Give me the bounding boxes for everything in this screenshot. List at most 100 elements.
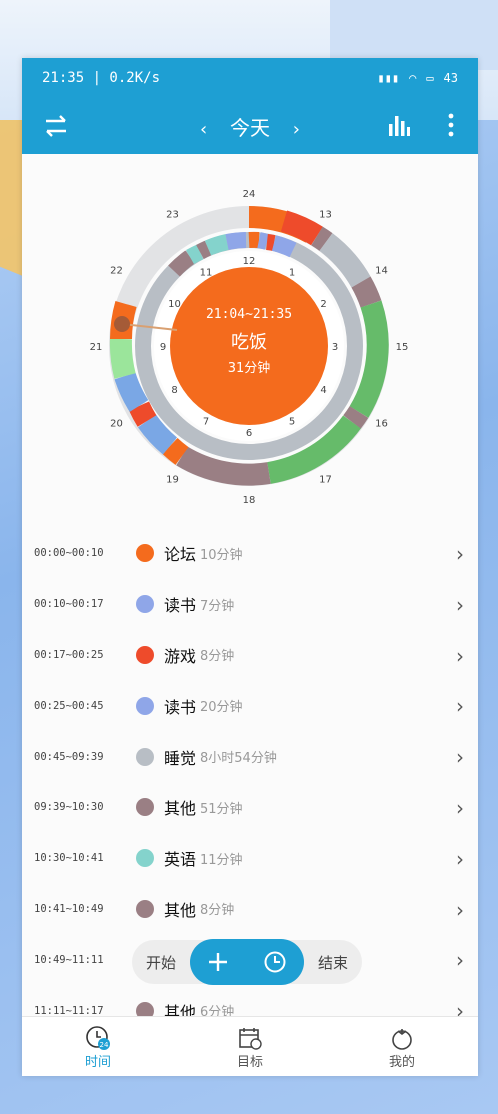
entry-duration: 20分钟 — [200, 700, 243, 716]
outer-seg-other2 — [351, 276, 382, 308]
inner-seg-english — [186, 244, 204, 265]
date-title: 今天 — [230, 116, 270, 140]
hour-label: 23 — [166, 210, 179, 221]
list-item[interactable]: 09:39~10:30 其他 51分钟 › — [22, 782, 478, 833]
center-activity-name: 吃饭 — [231, 332, 267, 353]
entry-time: 00:45~09:39 — [34, 750, 104, 763]
inner-seg-other2 — [196, 240, 212, 260]
calendar-goal-icon — [239, 1027, 262, 1050]
entry-duration: 11分钟 — [200, 852, 243, 868]
chevron-right-icon[interactable]: › — [456, 694, 464, 718]
chevron-right-icon[interactable]: › — [456, 745, 464, 769]
bar-chart-icon[interactable] — [386, 112, 412, 138]
status-bar: 21:35 | 0.2K/s ▮▮▮ ◠ ▭ 43 — [22, 58, 478, 98]
hour-label: 13 — [319, 210, 332, 221]
entry-time: 10:41~10:49 — [34, 902, 104, 915]
list-item[interactable]: 00:25~00:45 读书 20分钟 › — [22, 680, 478, 731]
list-item[interactable]: 00:45~09:39 睡觉 8小时54分钟 › — [22, 731, 478, 782]
entry-activity: 其他 — [164, 900, 197, 920]
hour-label: 6 — [246, 428, 252, 439]
entry-time: 11:11~11:17 — [34, 1004, 104, 1017]
inner-seg-other — [168, 250, 195, 277]
hour-label: 21 — [90, 342, 103, 353]
more-options-icon[interactable] — [446, 112, 456, 138]
next-day-button[interactable]: › — [276, 119, 316, 140]
current-time-knob[interactable] — [114, 316, 130, 332]
chevron-right-icon[interactable]: › — [456, 542, 464, 566]
activity-color-dot — [136, 899, 154, 918]
outer-seg-red — [280, 210, 323, 246]
activity-color-dot — [136, 798, 154, 817]
list-item[interactable]: 00:10~00:17 读书 7分钟 › — [22, 579, 478, 630]
entry-activity: 游戏 — [164, 646, 197, 666]
prev-day-button[interactable]: ‹ — [184, 119, 224, 140]
hour-label: 10 — [168, 299, 181, 310]
tomato-icon — [392, 1028, 412, 1050]
hour-label: 22 — [110, 266, 123, 277]
activity-color-dot — [136, 645, 154, 664]
hour-label: 15 — [396, 342, 409, 353]
tab-time[interactable]: 24 时间 — [22, 1017, 174, 1076]
hour-label: 11 — [200, 268, 213, 279]
day-clock-chart: 21:04~21:35 吃饭 31分钟 121234567891011 2413… — [90, 189, 409, 506]
chevron-right-icon[interactable]: › — [456, 796, 464, 820]
inner-seg-english2 — [204, 234, 229, 256]
hour-label: 4 — [320, 385, 326, 396]
center-duration: 31分钟 — [228, 360, 271, 376]
hour-label: 2 — [320, 299, 326, 310]
plus-icon[interactable] — [207, 951, 229, 973]
hour-label: 18 — [243, 495, 256, 506]
chevron-right-icon[interactable]: › — [456, 898, 464, 922]
entry-time: 10:49~11:11 — [34, 953, 104, 966]
list-item[interactable]: 00:17~00:25 游戏 8分钟 › — [22, 630, 478, 681]
entry-time: 00:17~00:25 — [34, 648, 104, 661]
outer-seg-red2 — [128, 401, 157, 427]
inner-seg-reading2 — [271, 235, 297, 258]
inner-seg-reading — [257, 232, 270, 250]
outer-seg-lightgreen — [109, 338, 136, 379]
center-time-range: 21:04~21:35 — [206, 307, 292, 322]
hour-label: 17 — [319, 475, 332, 486]
entry-activity: 英语 — [164, 850, 197, 870]
tab-goal[interactable]: 目标 — [174, 1017, 326, 1076]
record-fab[interactable] — [189, 939, 305, 985]
entry-duration: 8分钟 — [200, 649, 235, 665]
outer-seg-orange2 — [162, 437, 189, 465]
activity-color-dot — [136, 595, 154, 614]
chevron-right-icon[interactable]: › — [456, 593, 464, 617]
chevron-right-icon[interactable]: › — [456, 948, 464, 972]
chevron-right-icon[interactable]: › — [456, 847, 464, 871]
hour-label: 20 — [110, 419, 123, 430]
entry-activity: 读书 — [164, 596, 197, 616]
start-button[interactable]: 开始 — [132, 952, 190, 973]
wifi-icon: ◠ — [409, 71, 417, 85]
hour-label: 16 — [375, 419, 388, 430]
outer-seg-other — [311, 226, 333, 251]
outer-seg-blue2 — [114, 372, 149, 412]
hour-label: 9 — [160, 342, 166, 353]
clock-icon[interactable] — [263, 950, 287, 974]
entry-duration: 51分钟 — [200, 801, 243, 817]
entry-duration: 10分钟 — [200, 547, 243, 563]
end-button[interactable]: 结束 — [304, 952, 362, 973]
inner-seg-reading3 — [225, 232, 247, 250]
chevron-right-icon[interactable]: › — [456, 644, 464, 668]
hour-label: 1 — [289, 268, 295, 279]
hour-label: 8 — [171, 385, 177, 396]
entry-activity: 读书 — [164, 697, 197, 717]
entry-time: 09:39~10:30 — [34, 801, 104, 814]
hour-label: 12 — [243, 256, 256, 267]
status-time: 21:35 | 0.2K/s — [42, 70, 161, 86]
list-item[interactable]: 10:30~10:41 英语 11分钟 › — [22, 833, 478, 884]
list-item[interactable]: 10:41~10:49 其他 8分钟 › — [22, 884, 478, 935]
hour-label: 14 — [375, 266, 388, 277]
tab-me-label: 我的 — [388, 1054, 415, 1070]
hour-label: 5 — [289, 417, 295, 428]
entry-activity: 其他 — [164, 799, 197, 819]
battery-icon: ▭ — [426, 71, 434, 85]
hour-label: 7 — [203, 417, 209, 428]
phone-screen: 21:35 | 0.2K/s ▮▮▮ ◠ ▭ 43 ‹ 今天 › 21:04~2… — [22, 58, 478, 1076]
tab-me[interactable]: 我的 — [326, 1017, 478, 1076]
list-item[interactable]: 00:00~00:10 论坛 10分钟 › — [22, 528, 478, 579]
signal-icon: ▮▮▮ — [377, 71, 400, 85]
